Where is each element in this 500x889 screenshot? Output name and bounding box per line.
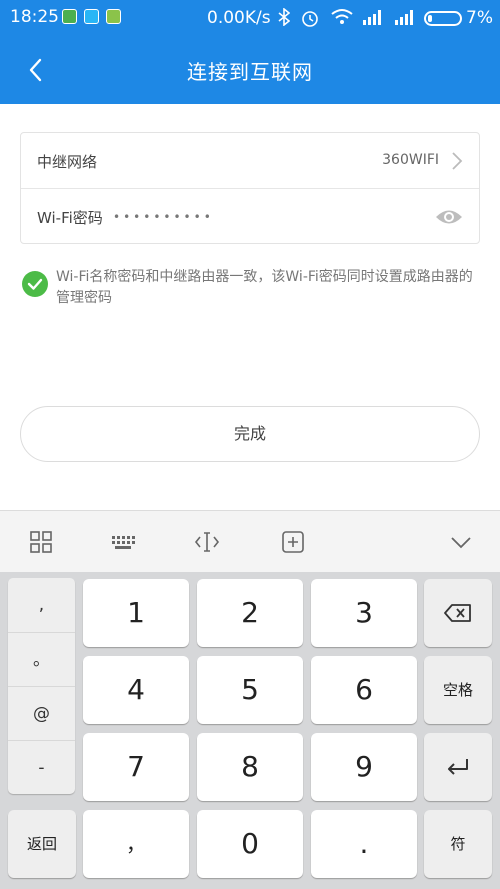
return-key[interactable]: 返回 bbox=[8, 810, 76, 878]
key-1[interactable]: 1 bbox=[83, 579, 189, 647]
keyboard-toolbar bbox=[0, 510, 500, 572]
wifi-password-label: Wi-Fi密码 bbox=[37, 209, 103, 227]
wifi-icon bbox=[331, 9, 353, 24]
password-sync-note: Wi-Fi名称密码和中继路由器一致，该Wi-Fi密码同时设置成路由器的管理密码 bbox=[22, 267, 482, 311]
key-2[interactable]: 2 bbox=[197, 579, 303, 647]
key-0[interactable]: 0 bbox=[197, 810, 303, 878]
grid-icon[interactable] bbox=[28, 529, 54, 555]
wifi-password-row: Wi-Fi密码 •••••••••• bbox=[21, 189, 479, 245]
key-symbol-at[interactable]: @ bbox=[8, 686, 75, 740]
relay-network-value: 360WIFI bbox=[382, 152, 439, 168]
key-symbol-dash[interactable]: - bbox=[8, 740, 75, 794]
numeric-keypad: , 。 @ - 1 2 3 4 5 6 空格 7 8 9 返回 ， 0 . 符 bbox=[0, 572, 500, 889]
symbol-column: , 。 @ - bbox=[8, 578, 75, 794]
bluetooth-icon bbox=[278, 8, 290, 26]
app-header: 18:25 0.00K/s 7% 连接到互联网 bbox=[0, 0, 500, 104]
eye-icon[interactable] bbox=[435, 207, 463, 227]
enter-key[interactable] bbox=[424, 733, 492, 801]
cloud-notification-icon bbox=[84, 9, 99, 24]
signal-2-icon bbox=[395, 10, 413, 25]
key-9[interactable]: 9 bbox=[311, 733, 417, 801]
keyboard-icon[interactable] bbox=[110, 529, 136, 555]
key-4[interactable]: 4 bbox=[83, 656, 189, 724]
plus-box-icon[interactable] bbox=[280, 529, 306, 555]
key-8[interactable]: 8 bbox=[197, 733, 303, 801]
key-dot[interactable]: . bbox=[311, 810, 417, 878]
relay-network-row[interactable]: 中继网络 360WIFI bbox=[21, 133, 479, 189]
sync-checkbox[interactable] bbox=[22, 271, 48, 297]
backspace-icon bbox=[444, 604, 471, 622]
key-7[interactable]: 7 bbox=[83, 733, 189, 801]
wifi-password-input[interactable]: •••••••••• bbox=[113, 210, 214, 224]
key-comma[interactable]: ， bbox=[83, 810, 189, 878]
note-text: Wi-Fi名称密码和中继路由器一致，该Wi-Fi密码同时设置成路由器的管理密码 bbox=[56, 269, 473, 306]
main-content: 中继网络 360WIFI Wi-Fi密码 •••••••••• Wi-Fi名称密… bbox=[0, 104, 500, 510]
status-bar: 18:25 0.00K/s 7% bbox=[0, 0, 500, 36]
battery-percent: 7% bbox=[466, 8, 493, 28]
app-notification-icon bbox=[106, 9, 121, 24]
key-6[interactable]: 6 bbox=[311, 656, 417, 724]
space-key[interactable]: 空格 bbox=[424, 656, 492, 724]
key-symbol-comma[interactable]: , bbox=[8, 578, 75, 632]
relay-network-label: 中继网络 bbox=[37, 153, 98, 171]
chevron-down-icon[interactable] bbox=[448, 529, 474, 555]
enter-icon bbox=[448, 759, 468, 775]
key-symbol-period[interactable]: 。 bbox=[8, 632, 75, 686]
alarm-icon bbox=[302, 11, 318, 27]
battery-icon bbox=[424, 11, 462, 26]
done-button[interactable]: 完成 bbox=[20, 406, 480, 462]
key-3[interactable]: 3 bbox=[311, 579, 417, 647]
backspace-key[interactable] bbox=[424, 579, 492, 647]
symbol-key[interactable]: 符 bbox=[424, 810, 492, 878]
notification-icon bbox=[62, 9, 77, 24]
chevron-right-icon bbox=[452, 152, 463, 170]
cursor-icon[interactable] bbox=[194, 529, 220, 555]
network-form: 中继网络 360WIFI Wi-Fi密码 •••••••••• bbox=[20, 132, 480, 244]
check-icon bbox=[27, 278, 43, 290]
signal-icon bbox=[363, 10, 381, 25]
page-title: 连接到互联网 bbox=[187, 60, 313, 84]
status-time: 18:25 bbox=[10, 7, 59, 27]
network-speed: 0.00K/s bbox=[207, 8, 271, 28]
key-5[interactable]: 5 bbox=[197, 656, 303, 724]
title-bar: 连接到互联网 bbox=[0, 36, 500, 104]
